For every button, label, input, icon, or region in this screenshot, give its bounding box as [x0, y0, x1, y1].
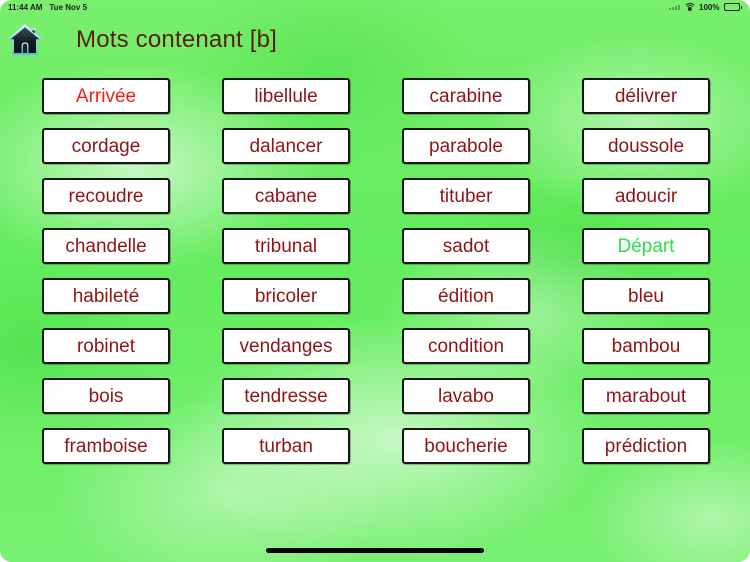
page-title: Mots contenant [b]: [76, 26, 278, 53]
word-label: bleu: [628, 285, 664, 307]
word-card[interactable]: tribunal: [222, 228, 350, 264]
battery-percent-label: 100%: [699, 2, 720, 12]
word-card[interactable]: carabine: [402, 78, 530, 114]
word-label: habileté: [72, 285, 140, 307]
wifi-icon: [683, 3, 697, 11]
word-card[interactable]: adoucir: [582, 178, 710, 214]
word-card[interactable]: marabout: [582, 378, 710, 414]
word-card[interactable]: chandelle: [42, 228, 170, 264]
word-card[interactable]: framboise: [42, 428, 170, 464]
word-label: prédiction: [604, 435, 688, 457]
status-date: Tue Nov 5: [49, 2, 88, 12]
status-bar-right: 100%: [669, 3, 742, 12]
word-card[interactable]: bambou: [582, 328, 710, 364]
word-label: vendanges: [239, 335, 333, 357]
word-label: Arrivée: [75, 85, 137, 107]
word-label: cordage: [71, 135, 141, 157]
word-card[interactable]: cordage: [42, 128, 170, 164]
word-label: tendresse: [244, 385, 328, 407]
word-label: framboise: [64, 435, 148, 457]
word-card[interactable]: parabole: [402, 128, 530, 164]
word-label: carabine: [429, 85, 503, 107]
word-label: bambou: [611, 335, 681, 357]
word-label: dalancer: [249, 135, 323, 157]
app-root: 11:44 AM Tue Nov 5 100% Mots contenant […: [0, 0, 750, 562]
word-card[interactable]: bois: [42, 378, 170, 414]
home-icon[interactable]: [4, 19, 46, 61]
status-time: 11:44 AM: [8, 2, 43, 12]
word-label: lavabo: [438, 385, 494, 407]
word-card[interactable]: Arrivée: [42, 78, 170, 114]
word-card[interactable]: turban: [222, 428, 350, 464]
home-indicator[interactable]: [266, 548, 484, 553]
header-bar: Mots contenant [b]: [0, 14, 750, 66]
word-label: adoucir: [614, 185, 678, 207]
word-card[interactable]: recoudre: [42, 178, 170, 214]
word-card[interactable]: libellule: [222, 78, 350, 114]
word-label: boucherie: [424, 435, 508, 457]
word-label: tituber: [439, 185, 493, 207]
signal-dots-icon: [669, 4, 681, 10]
word-card[interactable]: bleu: [582, 278, 710, 314]
word-label: tribunal: [254, 235, 318, 257]
word-card[interactable]: dalancer: [222, 128, 350, 164]
word-card[interactable]: Départ: [582, 228, 710, 264]
word-card[interactable]: cabane: [222, 178, 350, 214]
word-label: recoudre: [68, 185, 144, 207]
word-card[interactable]: tendresse: [222, 378, 350, 414]
word-card[interactable]: habileté: [42, 278, 170, 314]
word-card[interactable]: lavabo: [402, 378, 530, 414]
word-card[interactable]: édition: [402, 278, 530, 314]
status-bar: 11:44 AM Tue Nov 5 100%: [0, 0, 750, 14]
word-card[interactable]: doussole: [582, 128, 710, 164]
battery-icon: [723, 3, 742, 11]
word-label: parabole: [429, 135, 503, 157]
word-card[interactable]: tituber: [402, 178, 530, 214]
word-card[interactable]: condition: [402, 328, 530, 364]
word-label: délivrer: [614, 85, 678, 107]
word-label: bois: [88, 385, 124, 407]
word-label: doussole: [607, 135, 685, 157]
word-card[interactable]: bricoler: [222, 278, 350, 314]
word-label: édition: [438, 285, 494, 307]
word-label: chandelle: [65, 235, 147, 257]
word-card[interactable]: boucherie: [402, 428, 530, 464]
word-grid: Arrivée libellule carabine délivrer cordage d…: [42, 78, 710, 464]
word-label: libellule: [254, 85, 318, 107]
word-card[interactable]: prédiction: [582, 428, 710, 464]
word-label: robinet: [76, 335, 136, 357]
word-label: cabane: [254, 185, 318, 207]
word-label: turban: [259, 435, 313, 457]
word-card[interactable]: vendanges: [222, 328, 350, 364]
word-label: bricoler: [254, 285, 318, 307]
word-label: marabout: [605, 385, 687, 407]
word-card[interactable]: robinet: [42, 328, 170, 364]
word-label: condition: [427, 335, 505, 357]
word-label: Départ: [617, 235, 675, 257]
word-card[interactable]: délivrer: [582, 78, 710, 114]
status-bar-left: 11:44 AM Tue Nov 5: [8, 3, 87, 12]
word-card[interactable]: sadot: [402, 228, 530, 264]
word-label: sadot: [442, 235, 490, 257]
